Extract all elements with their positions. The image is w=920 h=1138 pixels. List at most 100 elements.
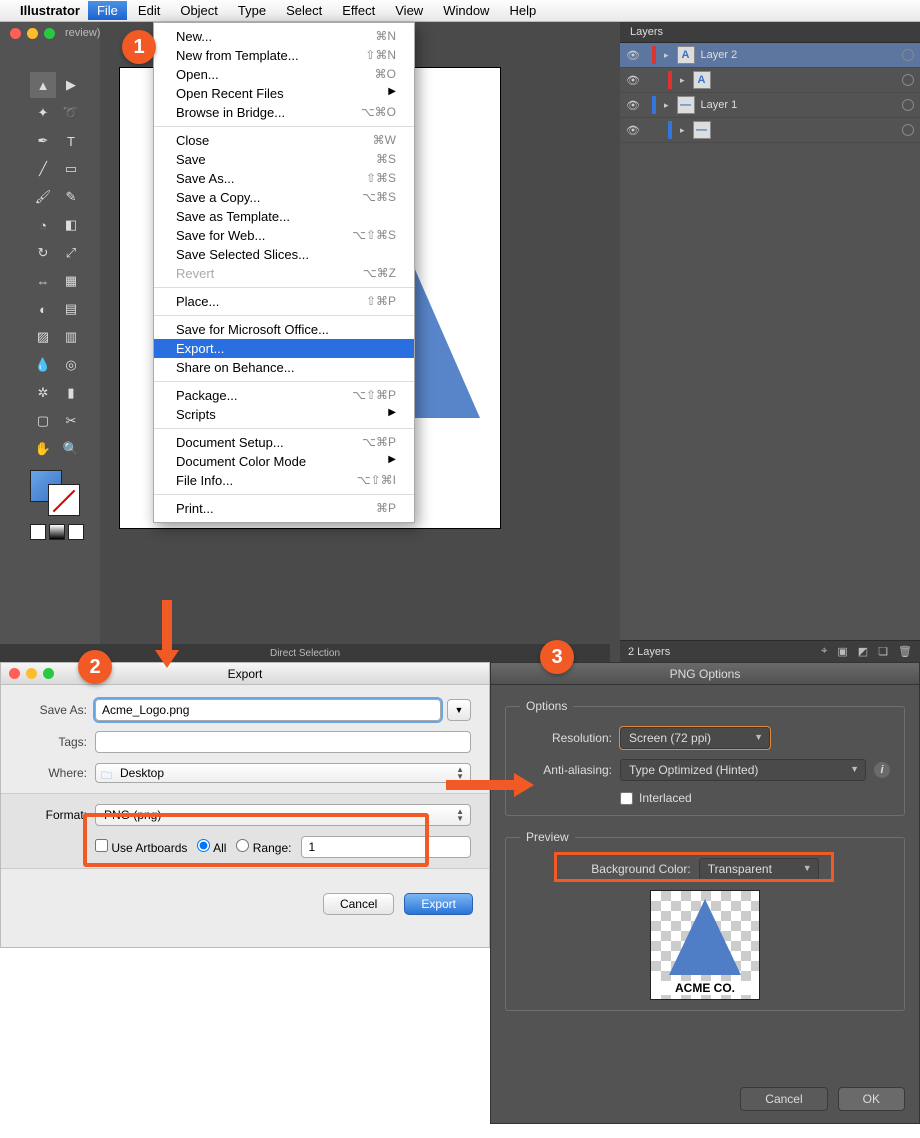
menu-item[interactable]: Print...⌘P: [154, 499, 414, 518]
paintbrush-tool[interactable]: 🖌: [30, 184, 56, 210]
close-icon[interactable]: [9, 668, 20, 679]
export-button[interactable]: Export: [404, 893, 473, 915]
menu-item[interactable]: Save for Web...⌥⇧⌘S: [154, 226, 414, 245]
target-icon[interactable]: [902, 124, 914, 136]
menu-item[interactable]: New...⌘N: [154, 27, 414, 46]
gradient-tool[interactable]: ▥: [58, 324, 84, 350]
lasso-tool[interactable]: ➰: [58, 100, 84, 126]
shape-builder-tool[interactable]: ◐: [30, 296, 56, 322]
stroke-swatch[interactable]: [48, 484, 80, 516]
format-dropdown[interactable]: PNG (png) ▲▼: [95, 804, 471, 826]
layer-name[interactable]: Layer 2: [701, 49, 896, 61]
menu-item[interactable]: Share on Behance...: [154, 358, 414, 377]
range-input[interactable]: [301, 836, 471, 858]
minimize-icon[interactable]: [26, 668, 37, 679]
menu-help[interactable]: Help: [500, 1, 545, 20]
menu-item[interactable]: Save a Copy...⌥⌘S: [154, 188, 414, 207]
magic-wand-tool[interactable]: ✦: [30, 100, 56, 126]
minimize-icon[interactable]: [27, 28, 38, 39]
new-layer-icon[interactable]: ❏: [878, 645, 888, 658]
hand-tool[interactable]: ✋: [30, 436, 56, 462]
free-transform-tool[interactable]: ▦: [58, 268, 84, 294]
zoom-tool[interactable]: 🔍: [58, 436, 84, 462]
menu-select[interactable]: Select: [277, 1, 331, 20]
visibility-eye-icon[interactable]: 👁: [626, 99, 640, 112]
mesh-tool[interactable]: ▨: [30, 324, 56, 350]
rotate-tool[interactable]: ↻: [30, 240, 56, 266]
disclosure-triangle-icon[interactable]: ▸: [680, 125, 685, 136]
menu-item[interactable]: Scripts▶: [154, 405, 414, 424]
resolution-dropdown[interactable]: Screen (72 ppi) ▼: [620, 727, 770, 749]
disclosure-triangle-icon[interactable]: ▸: [664, 50, 669, 61]
slice-tool[interactable]: ✂: [58, 408, 84, 434]
where-dropdown[interactable]: 🗀 Desktop ▲▼: [95, 763, 471, 783]
menu-item[interactable]: Save for Microsoft Office...: [154, 320, 414, 339]
menu-item[interactable]: Save As...⇧⌘S: [154, 169, 414, 188]
use-artboards-input[interactable]: [95, 839, 108, 852]
range-radio-input[interactable]: [236, 839, 249, 852]
symbol-sprayer-tool[interactable]: ✲: [30, 380, 56, 406]
pen-tool[interactable]: ✒: [30, 128, 56, 154]
background-color-dropdown[interactable]: Transparent ▼: [699, 858, 819, 880]
menu-item[interactable]: Save⌘S: [154, 150, 414, 169]
all-radio-input[interactable]: [197, 839, 210, 852]
visibility-eye-icon[interactable]: 👁: [626, 124, 640, 137]
anti-aliasing-dropdown[interactable]: Type Optimized (Hinted) ▼: [620, 759, 866, 781]
target-icon[interactable]: [902, 99, 914, 111]
cancel-button[interactable]: Cancel: [740, 1087, 827, 1111]
zoom-icon[interactable]: [43, 668, 54, 679]
menu-item[interactable]: New from Template...⇧⌘N: [154, 46, 414, 65]
menu-view[interactable]: View: [386, 1, 432, 20]
visibility-eye-icon[interactable]: 👁: [626, 49, 640, 62]
target-icon[interactable]: [902, 74, 914, 86]
menu-type[interactable]: Type: [229, 1, 275, 20]
window-controls[interactable]: [10, 28, 55, 39]
interlaced-checkbox[interactable]: [620, 792, 633, 805]
menu-item[interactable]: Open...⌘O: [154, 65, 414, 84]
menu-file[interactable]: File: [88, 1, 127, 20]
selection-tool[interactable]: ▲: [30, 72, 56, 98]
fill-stroke-indicator[interactable]: [30, 470, 86, 518]
menu-item[interactable]: File Info...⌥⇧⌘I: [154, 471, 414, 490]
direct-selection-tool[interactable]: ▶: [58, 72, 84, 98]
use-artboards-checkbox[interactable]: Use Artboards: [95, 839, 187, 855]
menu-item[interactable]: Browse in Bridge...⌥⌘O: [154, 103, 414, 122]
tags-input[interactable]: [95, 731, 471, 753]
eyedropper-tool[interactable]: 💧: [30, 352, 56, 378]
app-name[interactable]: Illustrator: [20, 3, 80, 18]
menu-item[interactable]: Document Setup...⌥⌘P: [154, 433, 414, 452]
layer-row[interactable]: 👁▸ALayer 2: [620, 43, 920, 68]
scale-tool[interactable]: ⤢: [58, 240, 84, 266]
gradient-mode-swatch[interactable]: [49, 524, 65, 540]
menu-item[interactable]: Place...⇧⌘P: [154, 292, 414, 311]
info-icon[interactable]: i: [874, 762, 890, 778]
menu-object[interactable]: Object: [171, 1, 227, 20]
layer-name[interactable]: Layer 1: [701, 99, 896, 111]
column-graph-tool[interactable]: ▮: [58, 380, 84, 406]
menu-item[interactable]: Close⌘W: [154, 131, 414, 150]
menu-window[interactable]: Window: [434, 1, 498, 20]
disclosure-triangle-icon[interactable]: ▸: [680, 75, 685, 86]
pencil-tool[interactable]: ✎: [58, 184, 84, 210]
menu-item[interactable]: Open Recent Files▶: [154, 84, 414, 103]
layer-row[interactable]: 👁▸—Layer 1: [620, 93, 920, 118]
color-mode-swatch[interactable]: [30, 524, 46, 540]
menu-item[interactable]: Export...: [154, 339, 414, 358]
width-tool[interactable]: ⇔: [30, 268, 56, 294]
line-tool[interactable]: ╱: [30, 156, 56, 182]
eraser-tool[interactable]: ◧: [58, 212, 84, 238]
menu-item[interactable]: Package...⌥⇧⌘P: [154, 386, 414, 405]
all-radio[interactable]: All: [197, 839, 226, 855]
locate-object-icon[interactable]: ⌖: [821, 645, 827, 658]
layer-row[interactable]: 👁▸A: [620, 68, 920, 93]
new-sublayer-icon[interactable]: ◩: [858, 645, 868, 658]
rectangle-tool[interactable]: ▭: [58, 156, 84, 182]
perspective-grid-tool[interactable]: ▤: [58, 296, 84, 322]
menu-effect[interactable]: Effect: [333, 1, 384, 20]
cancel-button[interactable]: Cancel: [323, 893, 394, 915]
target-icon[interactable]: [902, 49, 914, 61]
artboard-tool[interactable]: ▢: [30, 408, 56, 434]
make-clipping-mask-icon[interactable]: ▣: [837, 645, 847, 658]
none-mode-swatch[interactable]: [68, 524, 84, 540]
ok-button[interactable]: OK: [838, 1087, 905, 1111]
